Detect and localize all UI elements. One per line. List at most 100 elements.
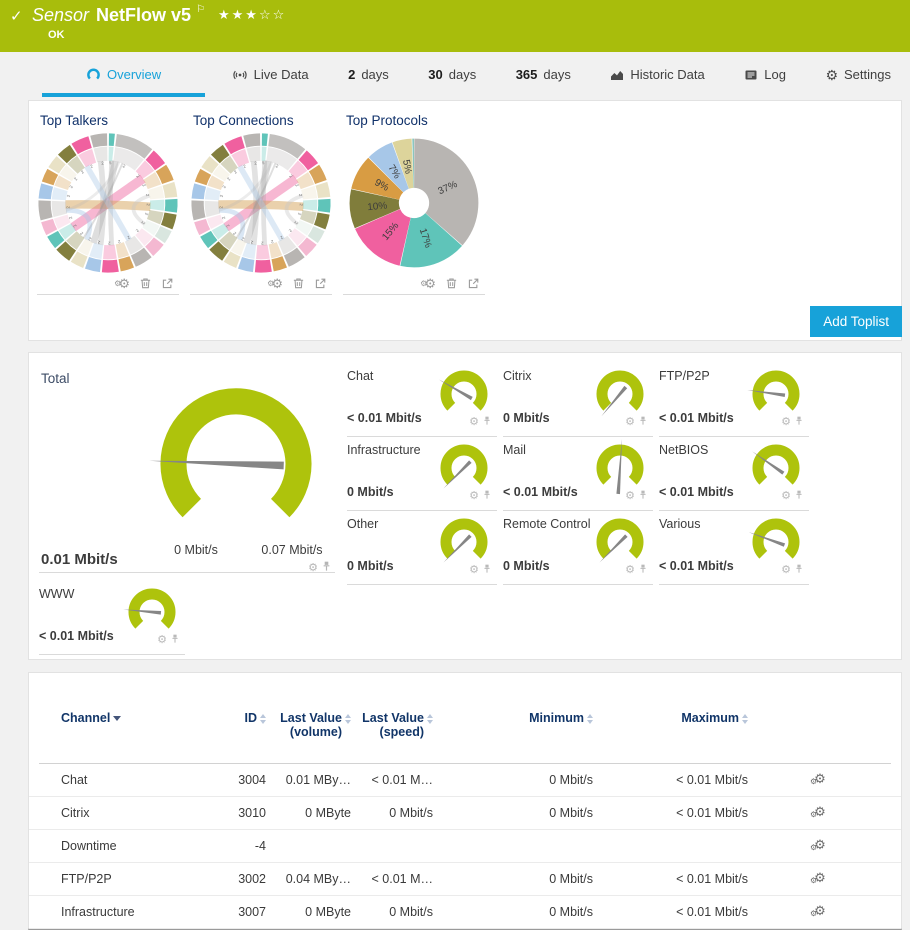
gear-icon[interactable]: ⚙ [625,565,635,576]
tab-settings[interactable]: ⚙ Settings [812,52,904,97]
table-row[interactable]: Citrix 3010 0 MByte 0 Mbit/s 0 Mbit/s < … [29,797,901,830]
svg-text:2: 2 [122,163,127,169]
pin-icon[interactable] [795,413,803,431]
gear-icon[interactable]: ⚙ [308,563,318,574]
cell-last-speed: 0 Mbit/s [389,806,433,820]
gear-icon[interactable]: ⚙ [781,417,791,428]
table-row[interactable]: Chat 3004 0.01 MBy… < 0.01 M… 0 Mbit/s <… [29,764,901,797]
column-label: Last Value [280,711,342,725]
cell-channel: Downtime [61,839,117,853]
cell-id: 3010 [238,806,266,820]
sort-desc-icon [113,716,122,721]
open-external-icon[interactable] [467,277,480,290]
cell-last-speed: < 0.01 M… [371,773,434,787]
column-header-maximum[interactable]: Maximum [593,711,748,739]
column-header-id[interactable]: ID [206,711,266,739]
column-header-channel[interactable]: Channel [61,711,206,739]
pin-icon[interactable] [795,561,803,579]
cell-maximum: < 0.01 Mbit/s [676,905,748,919]
channel-name: NetBIOS [659,443,709,457]
pin-icon[interactable] [483,561,491,579]
open-external-icon[interactable] [314,277,327,290]
gear-icon[interactable]: ⚙ [157,635,167,646]
column-header-last-volume[interactable]: Last Value (volume) [266,711,351,739]
channel-value: < 0.01 Mbit/s [503,485,578,499]
toplist-chart-top-connections[interactable]: 522222222222222222222222 [190,132,332,274]
cell-channel: FTP/P2P [61,872,112,886]
trash-icon[interactable] [445,277,458,290]
svg-text:2: 2 [270,239,274,245]
total-gauge-card: Total 0 Mbit/s 0.07 Mbit/s 0.01 Mbit/s ⚙ [39,363,335,574]
tab-label: Historic Data [630,67,705,82]
gear-icon[interactable]: ⚙ [469,417,479,428]
tab-30-days[interactable]: 30 days [415,52,489,97]
pin-icon[interactable] [795,487,803,505]
column-label: ID [244,711,258,725]
tab-overview[interactable]: Overview [42,52,205,97]
sort-icon [742,714,748,724]
gear-icon[interactable]: ⚙ [469,565,479,576]
cell-last-volume: 0.04 MBy… [285,872,351,886]
gear-icon[interactable]: ⚙ [625,417,635,428]
channel-settings-gears-icon[interactable]: ⚙⚙ [810,904,826,919]
cell-last-volume: 0.01 MBy… [285,773,351,787]
channel-settings-gears-icon[interactable]: ⚙⚙ [810,871,826,886]
table-row[interactable]: FTP/P2P 3002 0.04 MBy… < 0.01 M… 0 Mbit/… [29,863,901,896]
settings-gears-icon[interactable]: ⚙ ⚙ [267,277,283,290]
channel-value: 0 Mbit/s [503,411,550,425]
pin-icon[interactable] [639,487,647,505]
add-toplist-button[interactable]: Add Toplist [810,306,902,337]
priority-stars[interactable]: ★★★☆☆ [218,7,286,23]
cell-maximum: < 0.01 Mbit/s [676,806,748,820]
tab-historic-data[interactable]: Historic Data [597,52,717,97]
cell-last-speed: 0 Mbit/s [389,905,433,919]
tab-log[interactable]: Log [731,52,799,97]
table-body: Chat 3004 0.01 MBy… < 0.01 M… 0 Mbit/s <… [29,764,901,929]
open-external-icon[interactable] [161,277,174,290]
tab-live-data[interactable]: Live Data [219,52,322,97]
gear-icon[interactable]: ⚙ [625,491,635,502]
gear-icon[interactable]: ⚙ [781,491,791,502]
channel-value: < 0.01 Mbit/s [659,559,734,573]
settings-gears-icon[interactable]: ⚙ ⚙ [420,277,436,290]
trash-icon[interactable] [292,277,305,290]
pin-icon[interactable] [483,487,491,505]
toplist-chart-top-protocols[interactable]: 37%17%15%10%9%7%5% [343,132,485,274]
flag-icon[interactable]: ⚐ [196,4,205,15]
channel-name: Other [347,517,379,531]
gear-icon[interactable]: ⚙ [781,565,791,576]
pin-icon[interactable] [322,559,331,577]
tab-icon [232,68,248,82]
column-label: Maximum [681,711,739,725]
channel-gauge-card: Other 0 Mbit/s ⚙ [347,511,497,585]
svg-text:2: 2 [68,184,74,189]
trash-icon[interactable] [139,277,152,290]
channel-value: 0 Mbit/s [347,559,394,573]
channel-name: Various [659,517,701,531]
toplist-title: Top Connections [193,113,294,128]
channel-gauge-card: Mail < 0.01 Mbit/s ⚙ [503,437,653,511]
pin-icon[interactable] [639,561,647,579]
pin-icon[interactable] [171,631,179,649]
settings-gears-icon[interactable]: ⚙ ⚙ [114,277,130,290]
column-header-minimum[interactable]: Minimum [433,711,593,739]
tab-2-days[interactable]: 2 days [335,52,402,97]
gear-icon[interactable]: ⚙ [469,491,479,502]
svg-text:2: 2 [89,163,94,169]
column-header-last-speed[interactable]: Last Value (speed) [351,711,433,739]
table-row[interactable]: Downtime -4 ⚙⚙ [29,830,901,863]
tab-icon [610,68,624,82]
channel-settings-gears-icon[interactable]: ⚙⚙ [810,838,826,853]
svg-text:2: 2 [101,160,105,165]
toplist-chart-top-talkers[interactable]: 522222222222222222222222 [37,132,179,274]
pin-icon[interactable] [483,413,491,431]
channel-settings-gears-icon[interactable]: ⚙⚙ [810,772,826,787]
channel-settings-gears-icon[interactable]: ⚙⚙ [810,805,826,820]
total-gauge [149,388,312,518]
tab-label: days [448,67,477,82]
tab-365-days[interactable]: 365 days [503,52,584,97]
channel-gauge-card: Citrix 0 Mbit/s ⚙ [503,363,653,437]
channel-gauge-card: NetBIOS < 0.01 Mbit/s ⚙ [659,437,809,511]
pin-icon[interactable] [639,413,647,431]
table-row[interactable]: Infrastructure 3007 0 MByte 0 Mbit/s 0 M… [29,896,901,929]
